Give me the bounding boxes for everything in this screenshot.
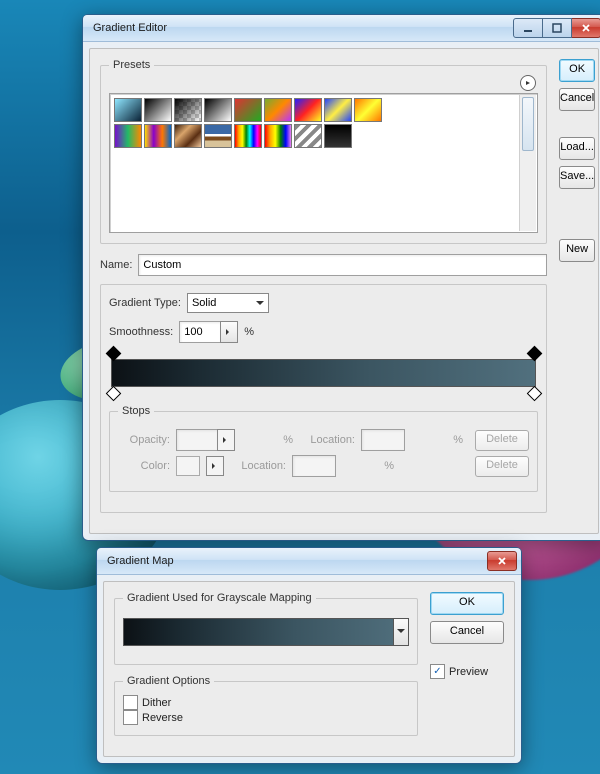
opacity-stop-left[interactable]	[108, 348, 118, 358]
smoothness-label: Smoothness:	[109, 326, 173, 338]
new-button[interactable]: New	[559, 239, 595, 262]
color-delete-button: Delete	[475, 456, 529, 477]
save-button[interactable]: Save...	[559, 166, 595, 189]
titlebar[interactable]: Gradient Map	[97, 548, 521, 575]
gradient-map-window: Gradient Map Gradient Used for Grayscale…	[96, 547, 522, 764]
percent-label: %	[244, 326, 254, 338]
preview-label: Preview	[449, 666, 488, 678]
gradient-type-value: Solid	[192, 297, 216, 309]
opacity-step-button	[217, 429, 235, 451]
preset-chrome[interactable]	[204, 124, 232, 148]
presets-menu-button[interactable]	[520, 75, 536, 91]
reverse-checkbox-row[interactable]: Reverse	[123, 710, 409, 725]
gradient-preview	[112, 360, 535, 386]
smoothness-stepper[interactable]	[179, 321, 238, 343]
opacity-stepper	[176, 429, 235, 451]
window-title: Gradient Map	[107, 555, 487, 567]
opacity-stop-right[interactable]	[529, 348, 539, 358]
preset-blue-red-yellow[interactable]	[294, 98, 322, 122]
preset-transparent-stripes[interactable]	[294, 124, 322, 148]
opacity-location-input	[361, 429, 405, 451]
gradient-bar[interactable]	[111, 359, 536, 387]
minimize-button[interactable]	[513, 18, 543, 38]
gradient-options-legend: Gradient Options	[123, 675, 214, 687]
preset-black-white-diagonal[interactable]	[204, 98, 232, 122]
color-location-label: Location:	[230, 460, 286, 472]
dither-checkbox-row[interactable]: Dither	[123, 695, 409, 710]
reverse-label: Reverse	[142, 712, 183, 724]
cancel-button[interactable]: Cancel	[559, 88, 595, 111]
gradient-options-group: Gradient Options Dither Reverse	[114, 675, 418, 736]
color-picker-button	[206, 456, 224, 476]
color-location-percent: %	[342, 460, 394, 472]
preset-foreground-to-transparent[interactable]	[174, 98, 202, 122]
ok-button[interactable]: OK	[430, 592, 504, 615]
color-stop-right[interactable]	[529, 388, 539, 398]
mapping-group: Gradient Used for Grayscale Mapping	[114, 592, 418, 665]
color-stop-left[interactable]	[108, 388, 118, 398]
preset-yellow-violet-orange-blue[interactable]	[144, 124, 172, 148]
gradient-settings-group: Gradient Type: Solid Smoothness: %	[100, 284, 547, 513]
stops-legend: Stops	[118, 405, 154, 417]
opacity-location-label: Location:	[299, 434, 355, 446]
reverse-checkbox[interactable]	[123, 710, 138, 725]
stops-group: Stops Opacity: % Location: % Delete	[109, 405, 538, 492]
opacity-percent: %	[241, 434, 293, 446]
scrollbar-thumb[interactable]	[522, 97, 534, 151]
color-label: Color:	[118, 460, 170, 472]
load-button[interactable]: Load...	[559, 137, 595, 160]
opacity-input	[176, 429, 217, 451]
preset-spectrum[interactable]	[234, 124, 262, 148]
preset-orange-yellow-orange[interactable]	[354, 98, 382, 122]
opacity-label: Opacity:	[118, 434, 170, 446]
preset-neutral-density[interactable]	[324, 124, 352, 148]
presets-list	[109, 93, 538, 233]
color-swatch	[176, 456, 200, 476]
gradient-type-label: Gradient Type:	[109, 297, 181, 309]
mapping-legend: Gradient Used for Grayscale Mapping	[123, 592, 316, 604]
preset-transparent-rainbow[interactable]	[264, 124, 292, 148]
preview-checkbox-row[interactable]: ✓ Preview	[430, 664, 504, 679]
preset-copper[interactable]	[174, 124, 202, 148]
opacity-delete-button: Delete	[475, 430, 529, 451]
close-button[interactable]	[572, 18, 600, 38]
opacity-location-percent: %	[411, 434, 463, 446]
name-row: Name:	[100, 254, 547, 276]
cancel-button[interactable]: Cancel	[430, 621, 504, 644]
gradient-editor-window: Gradient Editor Presets	[82, 14, 600, 541]
smoothness-step-button[interactable]	[220, 321, 238, 343]
titlebar[interactable]: Gradient Editor	[83, 15, 600, 42]
ok-button[interactable]: OK	[559, 59, 595, 82]
name-label: Name:	[100, 259, 132, 271]
gradient-picker[interactable]	[123, 618, 409, 646]
presets-label: Presets	[113, 59, 150, 71]
preview-checkbox[interactable]: ✓	[430, 664, 445, 679]
window-title: Gradient Editor	[93, 22, 513, 34]
preset-red-green[interactable]	[234, 98, 262, 122]
preset-violet-orange[interactable]	[264, 98, 292, 122]
close-button[interactable]	[487, 551, 517, 571]
dither-checkbox[interactable]	[123, 695, 138, 710]
smoothness-input[interactable]	[179, 321, 220, 343]
preset-blue-yellow-blue[interactable]	[324, 98, 352, 122]
color-location-input	[292, 455, 336, 477]
presets-scrollbar[interactable]	[519, 95, 536, 231]
name-input[interactable]	[138, 254, 547, 276]
gradient-type-select[interactable]: Solid	[187, 293, 269, 313]
preset-black-white[interactable]	[144, 98, 172, 122]
dither-label: Dither	[142, 697, 171, 709]
preset-violet-green-orange[interactable]	[114, 124, 142, 148]
maximize-button[interactable]	[543, 18, 572, 38]
gradient-preview-fill	[124, 619, 408, 645]
preset-foreground-to-background[interactable]	[114, 98, 142, 122]
gradient-dropdown-button[interactable]	[393, 618, 409, 646]
presets-group: Presets	[100, 59, 547, 244]
